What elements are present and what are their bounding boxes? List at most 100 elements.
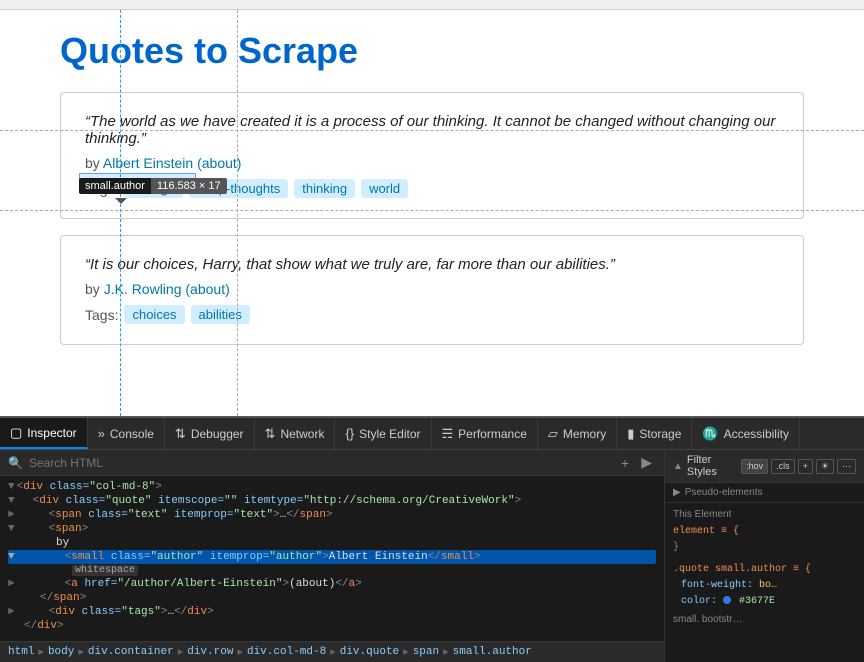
html-panel: 🔍 + ▶ ▼ <div class="col-md-8"> ▼ <div cl… [0, 450, 664, 662]
css-close-brace: } [673, 542, 679, 553]
tab-debugger-label: Debugger [191, 427, 244, 441]
breadcrumb-col[interactable]: div.col-md-8 [247, 646, 326, 658]
tree-line-4: ▼ <span> [8, 522, 656, 536]
quote-text-1: “The world as we have created it is a pr… [85, 113, 779, 147]
css-quote-selector: .quote small.author ≡ { [673, 564, 811, 575]
element-tooltip: small.author 116.583 × 17 [79, 178, 227, 194]
browser-top-bar [0, 0, 864, 10]
pick-element-button[interactable]: ▶ [637, 454, 656, 471]
tab-inspector[interactable]: ▢ Inspector [0, 418, 88, 449]
this-element-section: This Element element ≡ { } .quote small.… [665, 503, 864, 631]
search-html-input[interactable] [29, 456, 611, 470]
tab-network[interactable]: ⇅ Network [255, 418, 336, 449]
style-editor-icon: {} [345, 426, 354, 441]
breadcrumb-body[interactable]: body [48, 646, 74, 658]
tab-inspector-label: Inspector [27, 426, 76, 440]
tab-accessibility[interactable]: ♏ Accessibility [692, 418, 800, 449]
breadcrumb-span[interactable]: span [413, 646, 439, 658]
tree-toggle-1[interactable]: ▼ [8, 481, 15, 493]
tags-label-2: Tags: [85, 307, 118, 323]
quote-box-1: “The world as we have created it is a pr… [60, 92, 804, 219]
breadcrumb-quote[interactable]: div.quote [340, 646, 399, 658]
more-button[interactable]: ⋯ [837, 459, 856, 474]
tree-line-close-span: </span> [8, 591, 656, 605]
tab-console-label: Console [110, 427, 154, 441]
tree-line-3: ► <span class="text" itemprop="text">…</… [8, 508, 656, 522]
tab-style-editor-label: Style Editor [359, 427, 420, 441]
breadcrumb-small-author[interactable]: small.author [453, 646, 532, 658]
tab-performance[interactable]: ☴ Performance [432, 418, 538, 449]
tab-console[interactable]: » Console [88, 418, 165, 449]
tree-line-highlighted[interactable]: ▼ <small class="author" itemprop="author… [8, 550, 656, 564]
css-font-weight-prop: font-weight: [681, 580, 753, 591]
by-label-1: by [85, 155, 103, 171]
tab-accessibility-label: Accessibility [724, 427, 789, 441]
pseudo-elements-toggle[interactable]: ▶ Pseudo-elements [673, 487, 856, 498]
devtools-panel: ▢ Inspector » Console ⇅ Debugger ⇅ Netwo… [0, 416, 864, 662]
search-icon: 🔍 [8, 456, 23, 470]
tree-toggle-3[interactable]: ► [8, 509, 15, 521]
tab-debugger[interactable]: ⇅ Debugger [165, 418, 255, 449]
tree-line-1: ▼ <div class="col-md-8"> [8, 480, 656, 494]
tab-storage-label: Storage [639, 427, 681, 441]
page-content-area: Quotes to Scrape “The world as we have c… [0, 10, 864, 416]
add-style-button[interactable]: + [798, 459, 813, 474]
breadcrumb-container[interactable]: div.container [88, 646, 174, 658]
css-rule-quote-small: .quote small.author ≡ { font-weight: bo…… [673, 562, 856, 610]
tag-world[interactable]: world [361, 179, 408, 198]
tag-thinking[interactable]: thinking [294, 179, 355, 198]
accessibility-icon: ♏ [702, 426, 718, 442]
cls-button[interactable]: .cls [771, 459, 795, 474]
breadcrumb-bar: html ▸ body ▸ div.container ▸ div.row ▸ … [0, 641, 664, 662]
by-label-2: by [85, 281, 104, 297]
small-bootstrap-label: small. bootstr… [673, 614, 856, 625]
tab-style-editor[interactable]: {} Style Editor [335, 418, 431, 449]
color-scheme-button[interactable]: ☀ [816, 459, 834, 474]
new-node-button[interactable]: + [617, 454, 633, 471]
tree-line-2: ▼ <div class="quote" itemscope="" itemty… [8, 494, 656, 508]
tooltip-size: 116.583 × 17 [151, 178, 227, 194]
tab-performance-label: Performance [458, 427, 527, 441]
color-swatch[interactable] [723, 596, 731, 604]
quote-author-line-1: by Albert Einstein (about) [85, 155, 779, 171]
tree-toggle-small[interactable]: ▼ [8, 551, 15, 563]
devtools-content: 🔍 + ▶ ▼ <div class="col-md-8"> ▼ <div cl… [0, 450, 864, 662]
small-label: small. [673, 614, 699, 625]
performance-icon: ☴ [442, 426, 454, 442]
quote-text-2: “It is our choices, Harry, that show wha… [85, 256, 779, 273]
tab-memory-label: Memory [563, 427, 606, 441]
author-link-2[interactable]: J.K. Rowling [104, 281, 182, 297]
tree-line-5: by [8, 536, 656, 550]
search-bar: 🔍 + ▶ [0, 450, 664, 476]
css-selector: element ≡ { [673, 526, 739, 537]
tag-abilities[interactable]: abilities [191, 305, 250, 324]
tree-line-a: ► <a href="/author/Albert-Einstein">(abo… [8, 577, 656, 591]
filter-icon: ▲ [673, 461, 683, 472]
css-font-weight-val: bo… [759, 580, 777, 591]
network-icon: ⇅ [265, 426, 276, 442]
search-actions: + ▶ [617, 454, 656, 471]
styles-actions: :hov .cls + ☀ ⋯ [741, 459, 856, 474]
quote-author-line-2: by J.K. Rowling (about) [85, 281, 779, 297]
about-link-2[interactable]: (about) [185, 281, 229, 297]
css-color-prop: color: [681, 596, 717, 607]
breadcrumb-html[interactable]: html [8, 646, 34, 658]
debugger-icon: ⇅ [175, 426, 186, 442]
styles-header: ▲ Filter Styles :hov .cls + ☀ ⋯ [665, 450, 864, 483]
quote-box-2: “It is our choices, Harry, that show wha… [60, 235, 804, 345]
storage-icon: ▮ [627, 426, 634, 442]
author-link-1[interactable]: Albert Einstein [103, 155, 193, 171]
about-link-1[interactable]: (about) [197, 155, 241, 171]
css-color-val: #3677E [739, 596, 775, 607]
hov-button[interactable]: :hov [741, 459, 768, 474]
breadcrumb-row[interactable]: div.row [187, 646, 233, 658]
tab-storage[interactable]: ▮ Storage [617, 418, 692, 449]
tree-toggle-a[interactable]: ► [8, 578, 15, 590]
tree-toggle-2[interactable]: ▼ [8, 495, 15, 507]
tag-choices[interactable]: choices [124, 305, 184, 324]
tree-toggle-tags[interactable]: ► [8, 606, 15, 618]
this-element-title: This Element [673, 509, 856, 520]
tree-toggle-4[interactable]: ▼ [8, 523, 15, 535]
css-rule-element: element ≡ { } [673, 524, 856, 556]
tab-memory[interactable]: ▱ Memory [538, 418, 617, 449]
